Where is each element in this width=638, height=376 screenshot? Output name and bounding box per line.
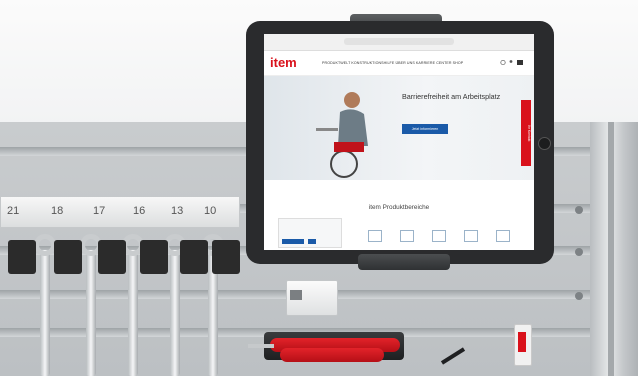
size-label: 21 [7,205,20,217]
wrench-holder-clip [54,240,82,274]
wrench-head-icon [34,234,56,256]
product-category-icon[interactable] [464,230,478,242]
screwdriver-shaft [248,344,274,348]
worker-in-wheelchair-image [316,92,368,178]
tablet-screen: item PRODUKTWELT KONSTRUKTIONSHILFE ÜBER… [264,34,534,250]
wrench-icon [128,250,138,376]
photo-scene: 21 18 17 16 13 10 item PRODUKTWELT KONST… [0,0,638,376]
size-label: 10 [204,205,217,217]
product-category-icon[interactable] [432,230,446,242]
size-label: 17 [93,205,106,217]
bolt-icon [575,206,583,214]
screwdriver-icon [280,348,384,362]
hero-cta-button[interactable]: Jetzt informieren [402,124,448,134]
product-category-icon[interactable] [368,230,382,242]
size-label: 18 [51,205,64,217]
site-logo: item [270,55,297,70]
clip-icon [290,290,302,300]
bolt-icon [575,248,583,256]
browser-toolbar [264,34,534,51]
aluminium-post [590,122,638,376]
hero-subtitle [402,104,512,118]
wrench-holder-clip [140,240,168,274]
site-menu: PRODUKTWELT KONSTRUKTIONSHILFE ÜBER UNS … [322,61,464,65]
wrench-icon [86,250,96,376]
marker-label [518,332,526,352]
info-button[interactable] [282,239,304,244]
product-category-icon[interactable] [400,230,414,242]
size-label-strip: 21 18 17 16 13 10 [0,196,240,228]
size-label: 13 [171,205,184,217]
wrench-holder-clip [8,240,36,274]
wrench-icon [40,250,50,376]
info-button[interactable] [308,239,316,244]
home-button-icon [538,137,551,150]
contact-side-tab[interactable]: Ihr Kontakt [521,100,531,166]
hero-title: Barrierefreiheit am Arbeitsplatz [402,92,501,101]
bolt-icon [575,292,583,300]
product-category-icon[interactable] [496,230,510,242]
wrench-holder-clip [212,240,240,274]
tablet-holder-bottom [358,254,450,270]
size-label: 16 [133,205,146,217]
wrench-icon [170,250,180,376]
wrench-holder-clip [180,240,208,274]
wrench-holder-clip [98,240,126,274]
site-header: item PRODUKTWELT KONSTRUKTIONSHILFE ÜBER… [264,51,534,76]
header-icons [500,59,523,66]
section-title: item Produktbereiche [368,204,430,211]
address-bar [344,38,454,45]
